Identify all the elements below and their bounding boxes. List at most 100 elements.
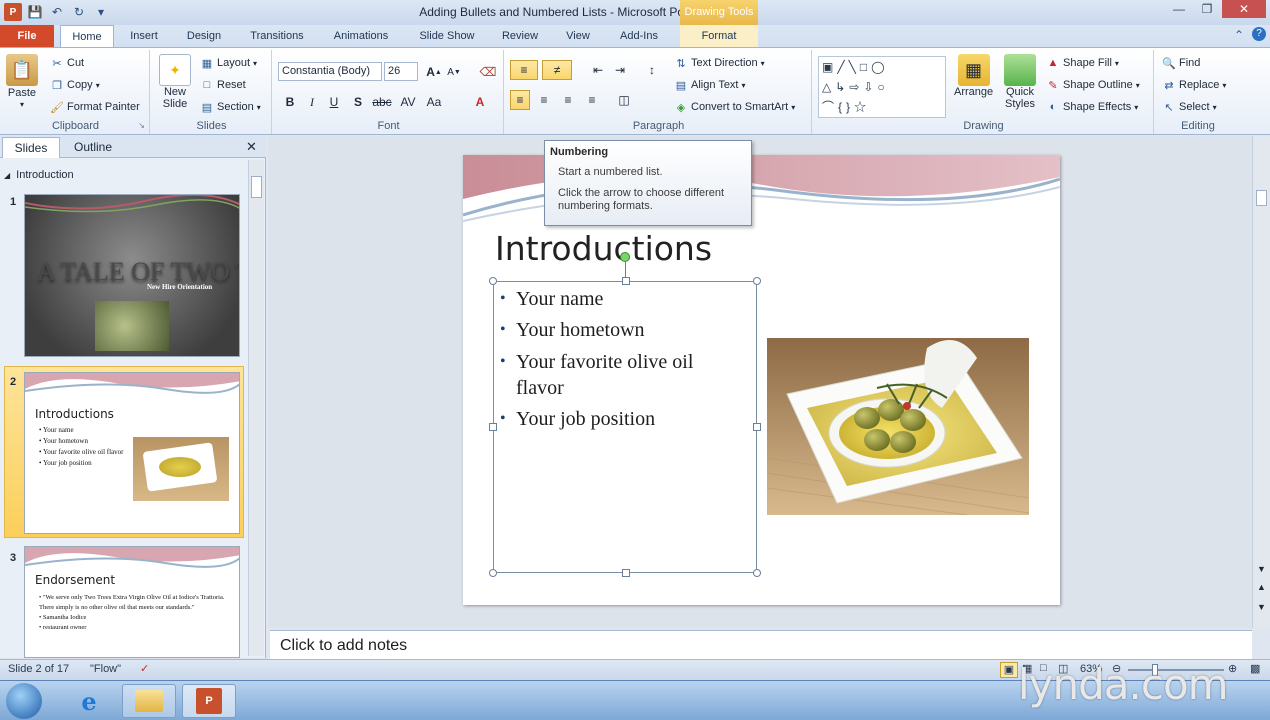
star-shape-icon[interactable]: ☆ [854, 100, 870, 114]
shape-outline-button[interactable]: ✎ Shape Outline ▾ [1046, 78, 1139, 92]
scroll-down-icon[interactable]: ▼ [1257, 564, 1266, 574]
minimize-ribbon-icon[interactable]: ⌃ [1234, 28, 1244, 42]
change-case-icon[interactable]: Aa [424, 92, 444, 112]
text-shadow-icon[interactable]: S [348, 92, 368, 112]
slide-thumbnail-2[interactable]: Introductions • Your name • Your hometow… [24, 372, 240, 534]
font-family-combo[interactable]: Constantia (Body) [278, 62, 382, 81]
previous-slide-icon[interactable]: ▲ [1257, 582, 1266, 592]
bullet-item-3[interactable]: • Your favorite olive oil flavor [500, 349, 736, 401]
copy-button[interactable]: ❐ Copy ▾ [50, 78, 100, 92]
normal-view-icon[interactable]: ▣ [1000, 662, 1018, 678]
shapes-gallery[interactable]: ▣╱╲□◯ △↳⇨⇩○ ⌒{}☆ [818, 56, 946, 118]
section-button[interactable]: ▤ Section ▾ [200, 100, 261, 114]
slides-pane-scroll-thumb[interactable] [251, 176, 262, 198]
bullets-button[interactable]: ≡ [510, 60, 538, 80]
resize-handle-top-right[interactable] [753, 277, 761, 285]
olive-oil-photo[interactable] [767, 338, 1029, 515]
content-placeholder[interactable]: • Your name • Your hometown • Your favorite… [489, 252, 761, 577]
clipboard-dialog-launcher-icon[interactable]: ↘ [138, 121, 145, 130]
tab-review[interactable]: Review [494, 25, 546, 47]
rounded-shape-icon[interactable]: ○ [877, 80, 888, 94]
slides-pane-scrollbar[interactable] [248, 160, 264, 656]
tab-insert[interactable]: Insert [120, 25, 168, 47]
down-arrow-shape-icon[interactable]: ⇩ [863, 80, 877, 94]
resize-handle-bottom-left[interactable] [489, 569, 497, 577]
quick-styles-button[interactable]: Quick Styles [1002, 54, 1038, 110]
line-shape-icon[interactable]: ╱ [837, 60, 848, 74]
rectangle-shape-icon[interactable]: □ [860, 60, 871, 74]
notes-pane[interactable]: Click to add notes [270, 630, 1252, 659]
slide-title[interactable]: Introductions [495, 229, 712, 268]
tab-outline-pane[interactable]: Outline [62, 137, 124, 158]
italic-icon[interactable]: I [302, 92, 322, 112]
resize-handle-top-left[interactable] [489, 277, 497, 285]
rotate-handle[interactable] [620, 252, 630, 262]
tab-file[interactable]: File [0, 25, 54, 47]
textbox-shape-icon[interactable]: ▣ [822, 60, 837, 74]
clear-formatting-icon[interactable]: ⌫ [478, 62, 498, 82]
resize-handle-bottom[interactable] [622, 569, 630, 577]
resize-handle-top[interactable] [622, 277, 630, 285]
character-spacing-icon[interactable]: AV [398, 92, 418, 112]
grow-font-icon[interactable]: A ▲ [424, 62, 444, 82]
windows-explorer-icon[interactable] [122, 684, 176, 718]
help-icon[interactable]: ? [1252, 27, 1266, 41]
start-button[interactable] [6, 683, 42, 719]
connector-shape-icon[interactable]: ↳ [835, 80, 849, 94]
tab-add-ins[interactable]: Add-Ins [608, 25, 670, 47]
shape-effects-button[interactable]: ◐ Shape Effects ▾ [1046, 100, 1139, 114]
bullet-item-2[interactable]: • Your hometown [500, 317, 645, 343]
fit-to-window-icon[interactable]: ▩ [1250, 662, 1260, 675]
powerpoint-taskbar-icon[interactable]: P [182, 684, 236, 718]
internet-explorer-icon[interactable]: e [62, 684, 116, 718]
arrow-shape-icon[interactable]: ⇨ [849, 80, 863, 94]
find-button[interactable]: 🔍 Find [1162, 56, 1200, 70]
next-slide-icon[interactable]: ▼ [1257, 602, 1266, 612]
collapse-section-icon[interactable]: ◢ [4, 171, 10, 180]
curve-shape-icon[interactable]: ⌒ [822, 100, 838, 114]
justify-icon[interactable]: ≡ [582, 90, 602, 110]
tab-home[interactable]: Home [60, 25, 114, 47]
increase-indent-icon[interactable]: ⇥ [610, 60, 630, 80]
convert-smartart-button[interactable]: ◈ Convert to SmartArt ▾ [674, 100, 795, 114]
align-center-icon[interactable]: ≡ [534, 90, 554, 110]
line-spacing-icon[interactable]: ↕ [642, 60, 662, 80]
resize-handle-right[interactable] [753, 423, 761, 431]
columns-icon[interactable]: ◫ [614, 90, 634, 110]
tab-slides-pane[interactable]: Slides [2, 137, 60, 158]
tab-animations[interactable]: Animations [322, 25, 400, 47]
cut-button[interactable]: ✂ Cut [50, 56, 84, 70]
tab-transitions[interactable]: Transitions [240, 25, 314, 47]
bullet-item-4[interactable]: • Your job position [500, 406, 655, 432]
bold-icon[interactable]: B [280, 92, 300, 112]
brace-shape-icon[interactable]: { [838, 100, 846, 114]
slide-thumbnail-1[interactable]: A TALE OF TWO TREES New Hire Orientation [24, 194, 240, 357]
triangle-shape-icon[interactable]: △ [822, 80, 835, 94]
restore-button[interactable]: ❐ [1194, 0, 1220, 18]
font-size-combo[interactable]: 26 [384, 62, 418, 81]
close-pane-icon[interactable]: ✕ [246, 139, 257, 155]
new-slide-button[interactable]: ✦ New Slide [158, 54, 192, 110]
bullet-item-1[interactable]: • Your name [500, 286, 603, 312]
oval-shape-icon[interactable]: ◯ [871, 60, 888, 74]
align-left-icon[interactable]: ≡ [510, 90, 530, 110]
layout-button[interactable]: ▦ Layout ▾ [200, 56, 257, 70]
align-text-button[interactable]: ▤ Align Text ▾ [674, 78, 746, 92]
numbering-button[interactable]: ≠ [542, 60, 572, 80]
minimize-button[interactable]: — [1166, 0, 1192, 18]
underline-icon[interactable]: U [324, 92, 344, 112]
tab-slide-show[interactable]: Slide Show [410, 25, 484, 47]
paste-button[interactable]: 📋 Paste ▾ [6, 54, 38, 109]
main-vertical-scrollbar[interactable]: ▼ ▲ ▼ [1252, 136, 1270, 628]
shape-fill-button[interactable]: ▲ Shape Fill ▾ [1046, 56, 1119, 70]
tab-design[interactable]: Design [178, 25, 230, 47]
brace-close-shape-icon[interactable]: } [846, 100, 854, 114]
font-color-icon[interactable]: A [470, 92, 490, 112]
shrink-font-icon[interactable]: A ▼ [444, 62, 464, 82]
decrease-indent-icon[interactable]: ⇤ [588, 60, 608, 80]
close-button[interactable]: ✕ [1222, 0, 1266, 18]
replace-button[interactable]: ⇄ Replace ▾ [1162, 78, 1226, 92]
resize-handle-bottom-right[interactable] [753, 569, 761, 577]
main-scroll-thumb[interactable] [1256, 190, 1267, 206]
tab-format[interactable]: Format [680, 25, 758, 47]
